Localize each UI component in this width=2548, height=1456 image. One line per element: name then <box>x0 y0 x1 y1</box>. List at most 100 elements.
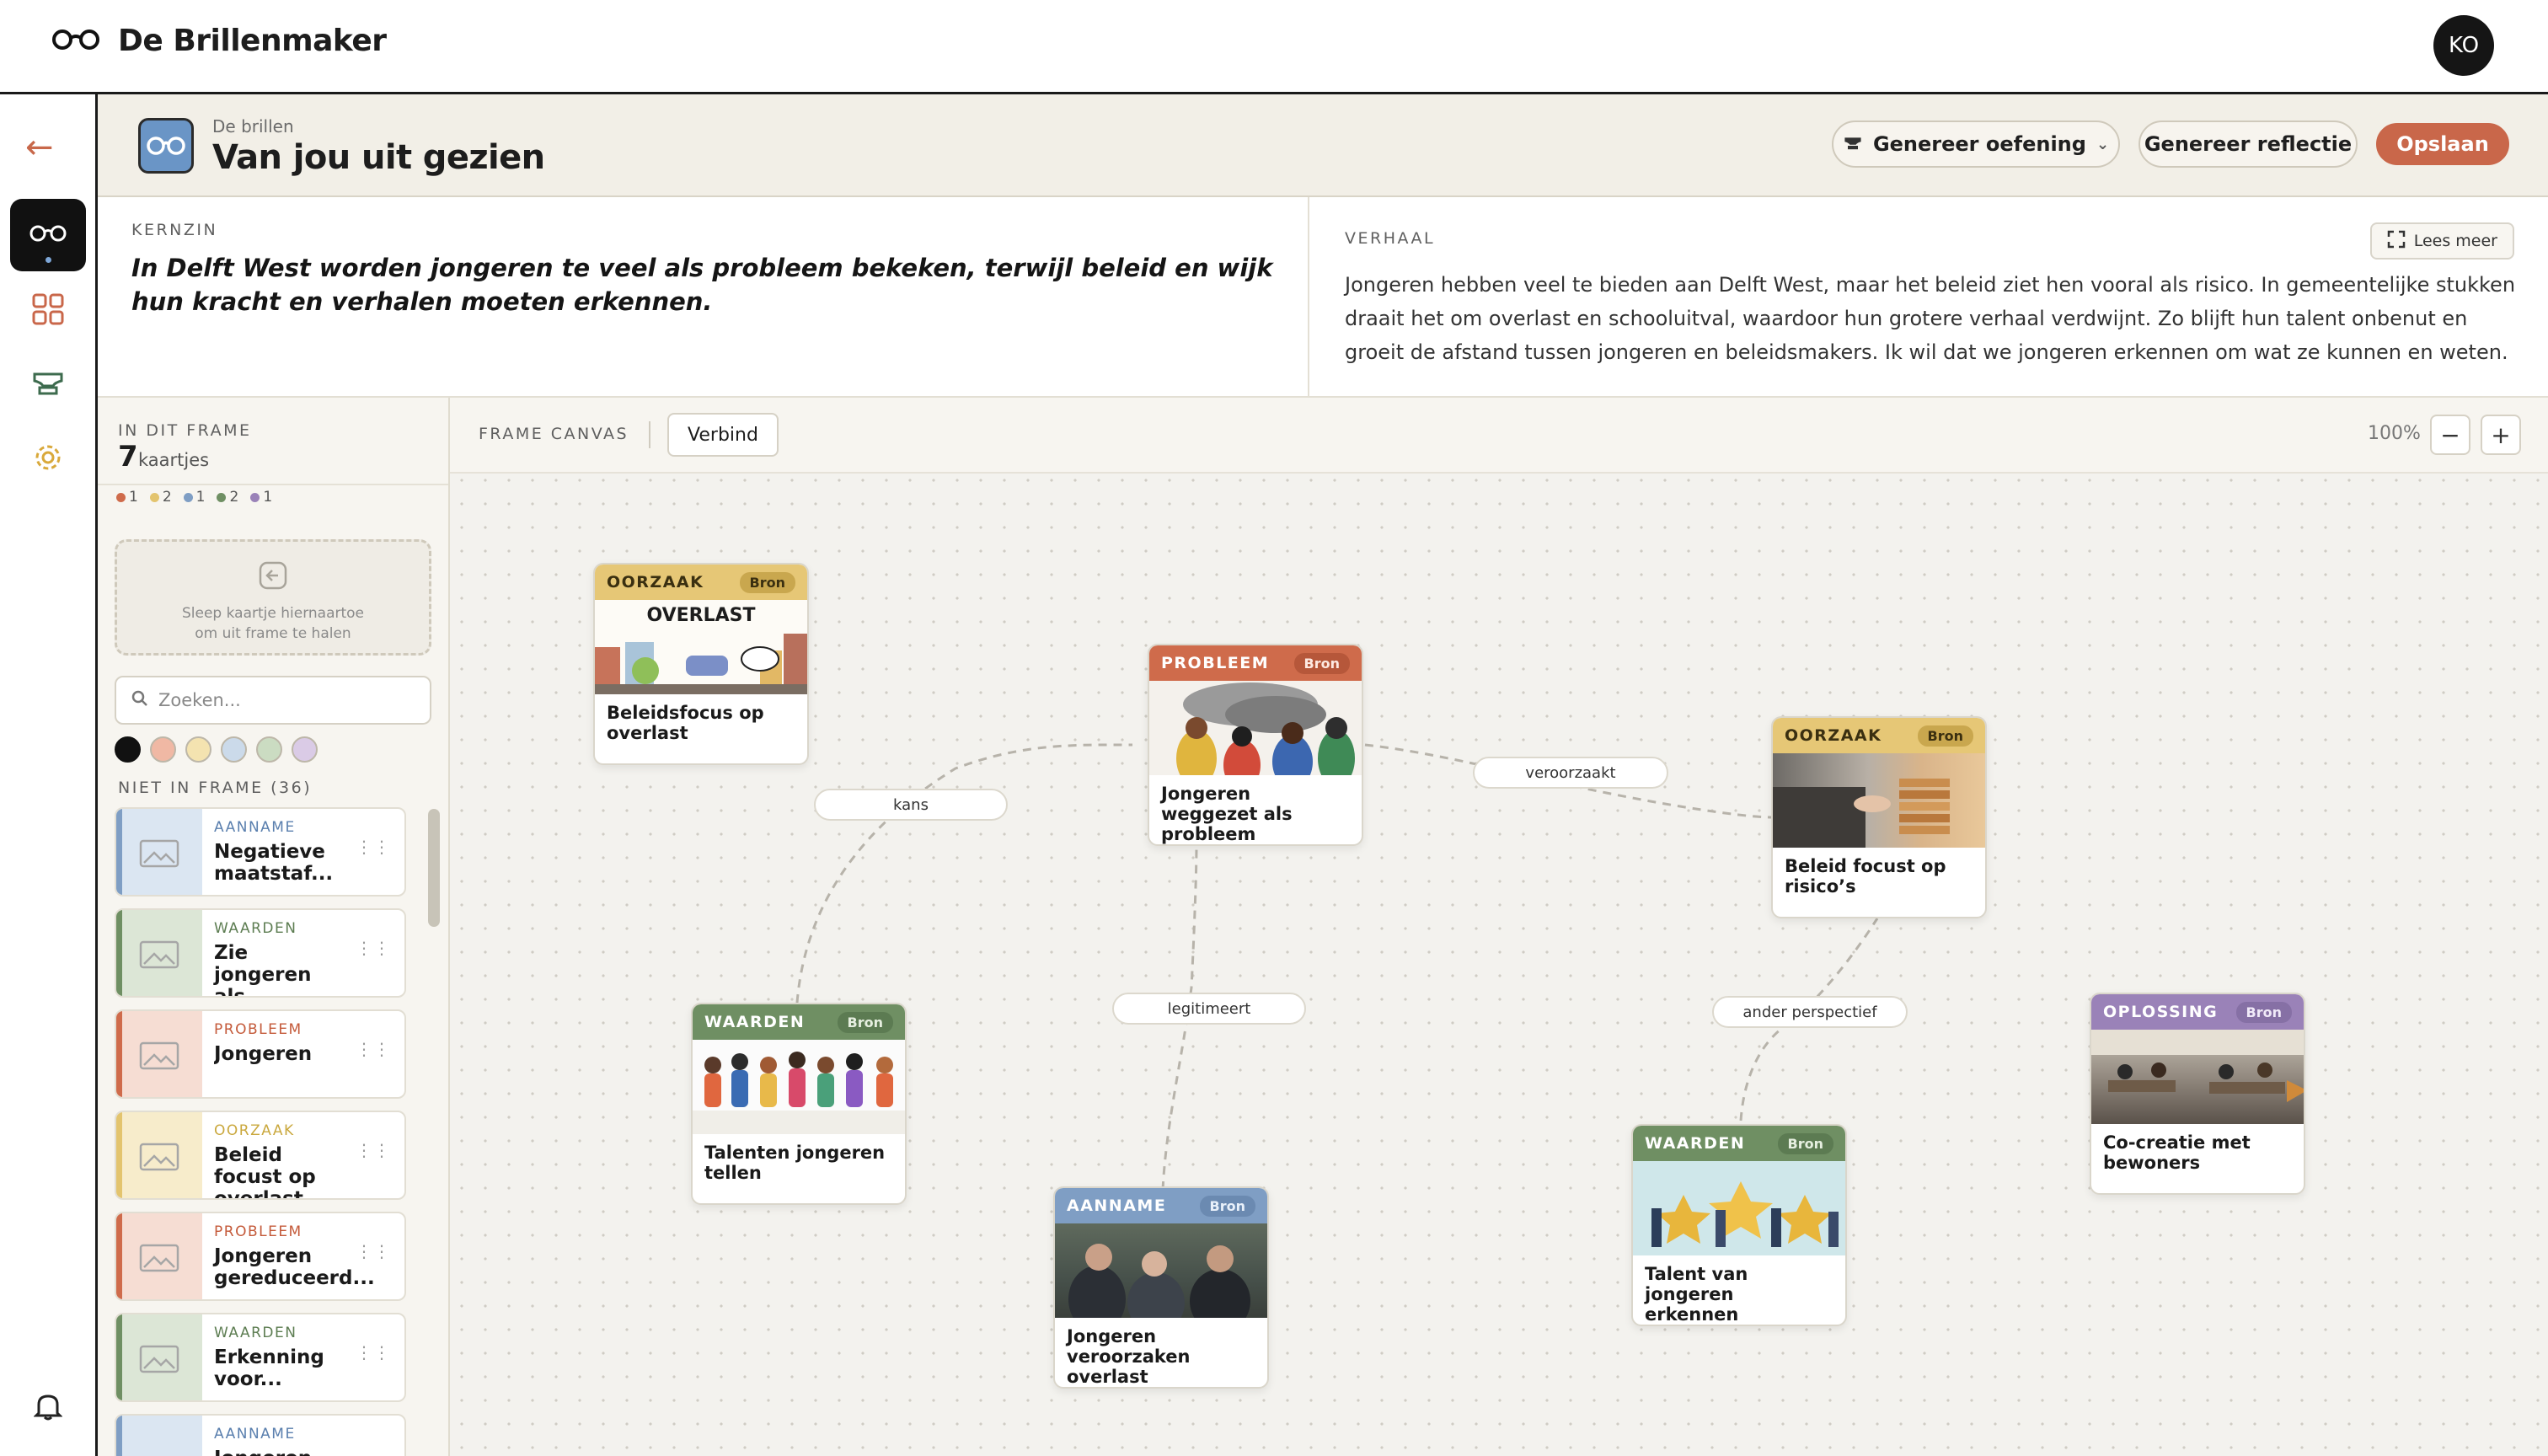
source-badge[interactable]: Bron <box>1293 652 1350 674</box>
read-more-button[interactable]: Lees meer <box>2369 222 2514 260</box>
source-badge[interactable]: Bron <box>739 571 795 593</box>
edge-label[interactable]: ander perspectief <box>1712 996 1908 1028</box>
left-rail: ← <box>0 94 98 1456</box>
save-button[interactable]: Opslaan <box>2376 123 2509 165</box>
list-item[interactable]: PROBLEEM Jongeren gereduceerd... ⋮⋮ <box>115 1212 406 1301</box>
source-badge[interactable]: Bron <box>1199 1195 1255 1217</box>
list-item[interactable]: AANNAME Negatieve maatstaf... ⋮⋮ <box>115 807 406 897</box>
list-item-title: Negatieve maatstaf... <box>214 841 334 885</box>
brand-name: De Brillenmaker <box>118 24 387 58</box>
filter-aanname-swatch[interactable] <box>221 736 247 763</box>
source-badge[interactable]: Bron <box>1917 725 1973 747</box>
source-badge[interactable]: Bron <box>837 1011 893 1033</box>
legend-probleem: 1 <box>116 489 138 506</box>
list-item[interactable]: PROBLEEM Jongeren als probleembeeld ⋮⋮ <box>115 1009 406 1099</box>
filter-oplossing-swatch[interactable] <box>292 736 318 763</box>
zoom-level: 100% <box>2368 423 2421 444</box>
remove-from-frame-dropzone[interactable]: Sleep kaartje hiernaartoe om uit frame t… <box>115 539 431 656</box>
generate-exercise-label: Genereer oefening <box>1872 132 2086 156</box>
frame-card[interactable]: PROBLEEM Bron Jongeren weggezet als prob… <box>1148 644 1363 846</box>
category-legend: 1 2 1 2 1 <box>116 489 272 506</box>
frame-card[interactable]: OORZAAK Bron Beleid focust op risico’s <box>1771 716 1987 918</box>
frame-card[interactable]: WAARDEN Bron Talent van jongeren erkenne… <box>1631 1124 1847 1326</box>
anvil-icon[interactable] <box>29 364 67 403</box>
list-item-category: OORZAAK <box>214 1122 295 1139</box>
page-header: De brillen Van jou uit gezien Genereer o… <box>98 94 2548 197</box>
breadcrumb[interactable]: De brillen <box>212 116 294 136</box>
card-count-unit: kaartjes <box>138 450 210 470</box>
card-category: WAARDEN <box>1645 1134 1746 1153</box>
zoom-in-button[interactable]: + <box>2481 415 2521 455</box>
list-item[interactable]: OORZAAK Beleid focust op overlast ⋮⋮ <box>115 1111 406 1200</box>
notification-bell-icon[interactable] <box>29 1387 67 1426</box>
verhaal-text[interactable]: Jongeren hebben veel te bieden aan Delft… <box>1345 268 2516 369</box>
frame-glasses-icon <box>138 118 194 174</box>
card-header: PROBLEEM Bron <box>1149 645 1362 681</box>
list-item-category: WAARDEN <box>214 1325 297 1341</box>
kernzin-text[interactable]: In Delft West worden jongeren te veel al… <box>131 251 1277 318</box>
frame-card[interactable]: OPLOSSING Bron Co-creatie met bewoners <box>2090 993 2305 1195</box>
generate-exercise-button[interactable]: Genereer oefening ⌄ <box>1832 120 2120 168</box>
card-header: OPLOSSING Bron <box>2091 994 2304 1030</box>
list-item[interactable]: AANNAME Jongeren zijn... <box>115 1414 406 1456</box>
grid-icon[interactable] <box>29 290 67 329</box>
filter-waarden-swatch[interactable] <box>256 736 282 763</box>
frame-card[interactable]: AANNAME Bron Jongeren veroorzaken overla… <box>1053 1186 1269 1389</box>
list-item-category: PROBLEEM <box>214 1223 302 1240</box>
image-placeholder-icon <box>116 1213 202 1299</box>
drag-handle-icon[interactable]: ⋮⋮ <box>356 838 391 855</box>
filter-probleem-swatch[interactable] <box>150 736 176 763</box>
card-title: Beleidsfocus op overlast <box>607 703 764 743</box>
scrollbar[interactable] <box>428 809 440 927</box>
image-placeholder-icon <box>116 910 202 996</box>
image-placeholder-icon <box>116 1011 202 1097</box>
list-item[interactable]: WAARDEN Zie jongeren als kracht ⋮⋮ <box>115 908 406 998</box>
drag-handle-icon[interactable]: ⋮⋮ <box>356 1344 391 1361</box>
rail-glasses-button[interactable] <box>10 199 86 271</box>
card-title: Co-creatie met bewoners <box>2103 1132 2251 1173</box>
filter-all-swatch[interactable] <box>115 736 141 763</box>
verhaal-section: VERHAAL Lees meer Jongeren hebben veel t… <box>1309 197 2548 398</box>
card-category: OPLOSSING <box>2103 1003 2219 1021</box>
card-category: AANNAME <box>1067 1196 1167 1215</box>
avatar[interactable]: KO <box>2433 15 2494 76</box>
settings-gear-icon[interactable] <box>29 438 67 477</box>
source-badge[interactable]: Bron <box>1777 1132 1833 1154</box>
edge-label[interactable]: legitimeert <box>1112 993 1306 1025</box>
kernzin-section: KERNZIN In Delft West worden jongeren te… <box>98 197 1309 398</box>
drag-handle-icon[interactable]: ⋮⋮ <box>356 1142 391 1159</box>
zoom-out-button[interactable]: − <box>2430 415 2470 455</box>
list-item[interactable]: WAARDEN Erkenning voor... ⋮⋮ <box>115 1313 406 1402</box>
frame-canvas[interactable]: FRAME CANVAS Verbind 100% − + kans veroo… <box>450 398 2548 1456</box>
in-frame-label: IN DIT FRAME <box>118 421 252 440</box>
list-item-category: WAARDEN <box>214 920 297 937</box>
read-more-label: Lees meer <box>2413 232 2497 250</box>
search-input[interactable]: Zoeken... <box>115 676 431 725</box>
image-placeholder-icon <box>116 1112 202 1198</box>
list-item-category: PROBLEEM <box>214 1021 302 1038</box>
card-illustration <box>2091 1030 2304 1124</box>
canvas-label: FRAME CANVAS <box>479 425 629 443</box>
card-illustration <box>693 1040 905 1134</box>
connect-button[interactable]: Verbind <box>667 413 779 457</box>
frame-card[interactable]: OORZAAK Bron OVERLAST Beleidsfocus op ov… <box>593 563 809 765</box>
card-category: OORZAAK <box>607 573 704 592</box>
source-badge[interactable]: Bron <box>2235 1001 2292 1023</box>
brand[interactable]: De Brillenmaker <box>52 24 387 58</box>
frame-card[interactable]: WAARDEN Bron Talenten jongeren tellen <box>691 1003 907 1205</box>
drag-handle-icon[interactable]: ⋮⋮ <box>356 1041 391 1057</box>
edge-label[interactable]: kans <box>814 789 1008 821</box>
edge-label[interactable]: veroorzaakt <box>1473 757 1668 789</box>
list-item-title: Beleid focust op overlast <box>214 1144 316 1200</box>
top-bar: De Brillenmaker KO <box>0 0 2548 94</box>
color-filter <box>115 736 318 763</box>
not-in-frame-label: NIET IN FRAME (36) <box>118 779 313 797</box>
search-placeholder: Zoeken... <box>158 690 241 710</box>
filter-oorzaak-swatch[interactable] <box>185 736 211 763</box>
back-arrow-icon[interactable]: ← <box>25 128 54 167</box>
drag-handle-icon[interactable]: ⋮⋮ <box>356 1243 391 1260</box>
legend-oplossing: 1 <box>250 489 272 506</box>
drag-handle-icon[interactable]: ⋮⋮ <box>356 939 391 956</box>
list-item-title: Jongeren zijn... <box>214 1448 317 1456</box>
generate-reflection-button[interactable]: Genereer reflectie <box>2138 120 2358 168</box>
